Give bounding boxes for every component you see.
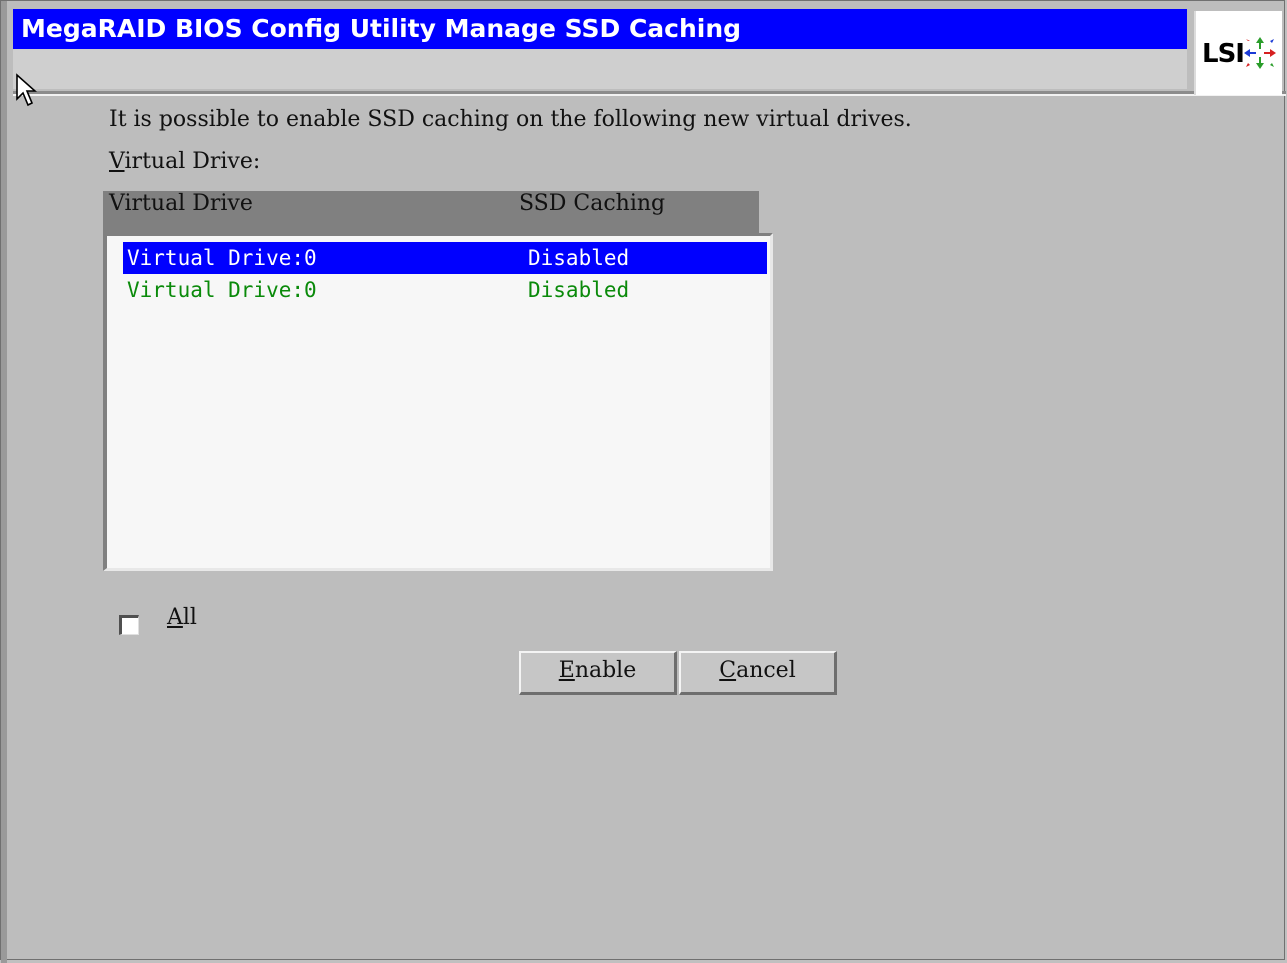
column-header-virtual-drive: Virtual Drive [109,191,253,216]
enable-button[interactable]: Enable [519,651,677,695]
title-band [13,49,1187,89]
cancel-mnemonic: C [719,658,737,683]
column-header-ssd-caching: SSD Caching [519,191,666,216]
mouse-pointer-icon [16,73,37,107]
window-left-edge [1,1,7,963]
virtual-drive-list[interactable]: Virtual Drive:0 Disabled Virtual Drive:0… [103,233,773,571]
list-item[interactable]: Virtual Drive:0 Disabled [123,274,767,306]
main-window: MegaRAID BIOS Config Utility Manage SSD … [0,0,1286,963]
all-checkbox[interactable] [119,615,139,635]
window-title: MegaRAID BIOS Config Utility Manage SSD … [13,9,1187,49]
row-drive-name: Virtual Drive:0 [127,246,317,270]
virtual-drive-list-label: Virtual Drive: [109,149,260,174]
list-label-mnemonic: V [109,149,125,174]
logo-arrows-icon [1244,37,1276,69]
cancel-button[interactable]: Cancel [679,651,837,695]
row-caching-status: Disabled [528,278,630,302]
all-label-mnemonic: A [167,605,183,630]
enable-mnemonic: E [558,658,575,683]
logo-text: LSI [1202,39,1245,69]
list-header: Virtual Drive SSD Caching [103,191,759,233]
row-drive-name: Virtual Drive:0 [127,278,317,302]
header-separator [13,91,1286,96]
list-item-selected[interactable]: Virtual Drive:0 Disabled [123,242,767,274]
enable-label: nable [574,658,637,683]
intro-text: It is possible to enable SSD caching on … [109,107,912,132]
list-label-text: irtual Drive: [124,149,261,174]
lsi-logo: LSI [1194,11,1282,95]
cancel-label: ancel [736,658,796,683]
all-checkbox-label[interactable]: All [167,605,197,630]
all-label-text: ll [182,605,197,630]
row-caching-status: Disabled [528,246,630,270]
